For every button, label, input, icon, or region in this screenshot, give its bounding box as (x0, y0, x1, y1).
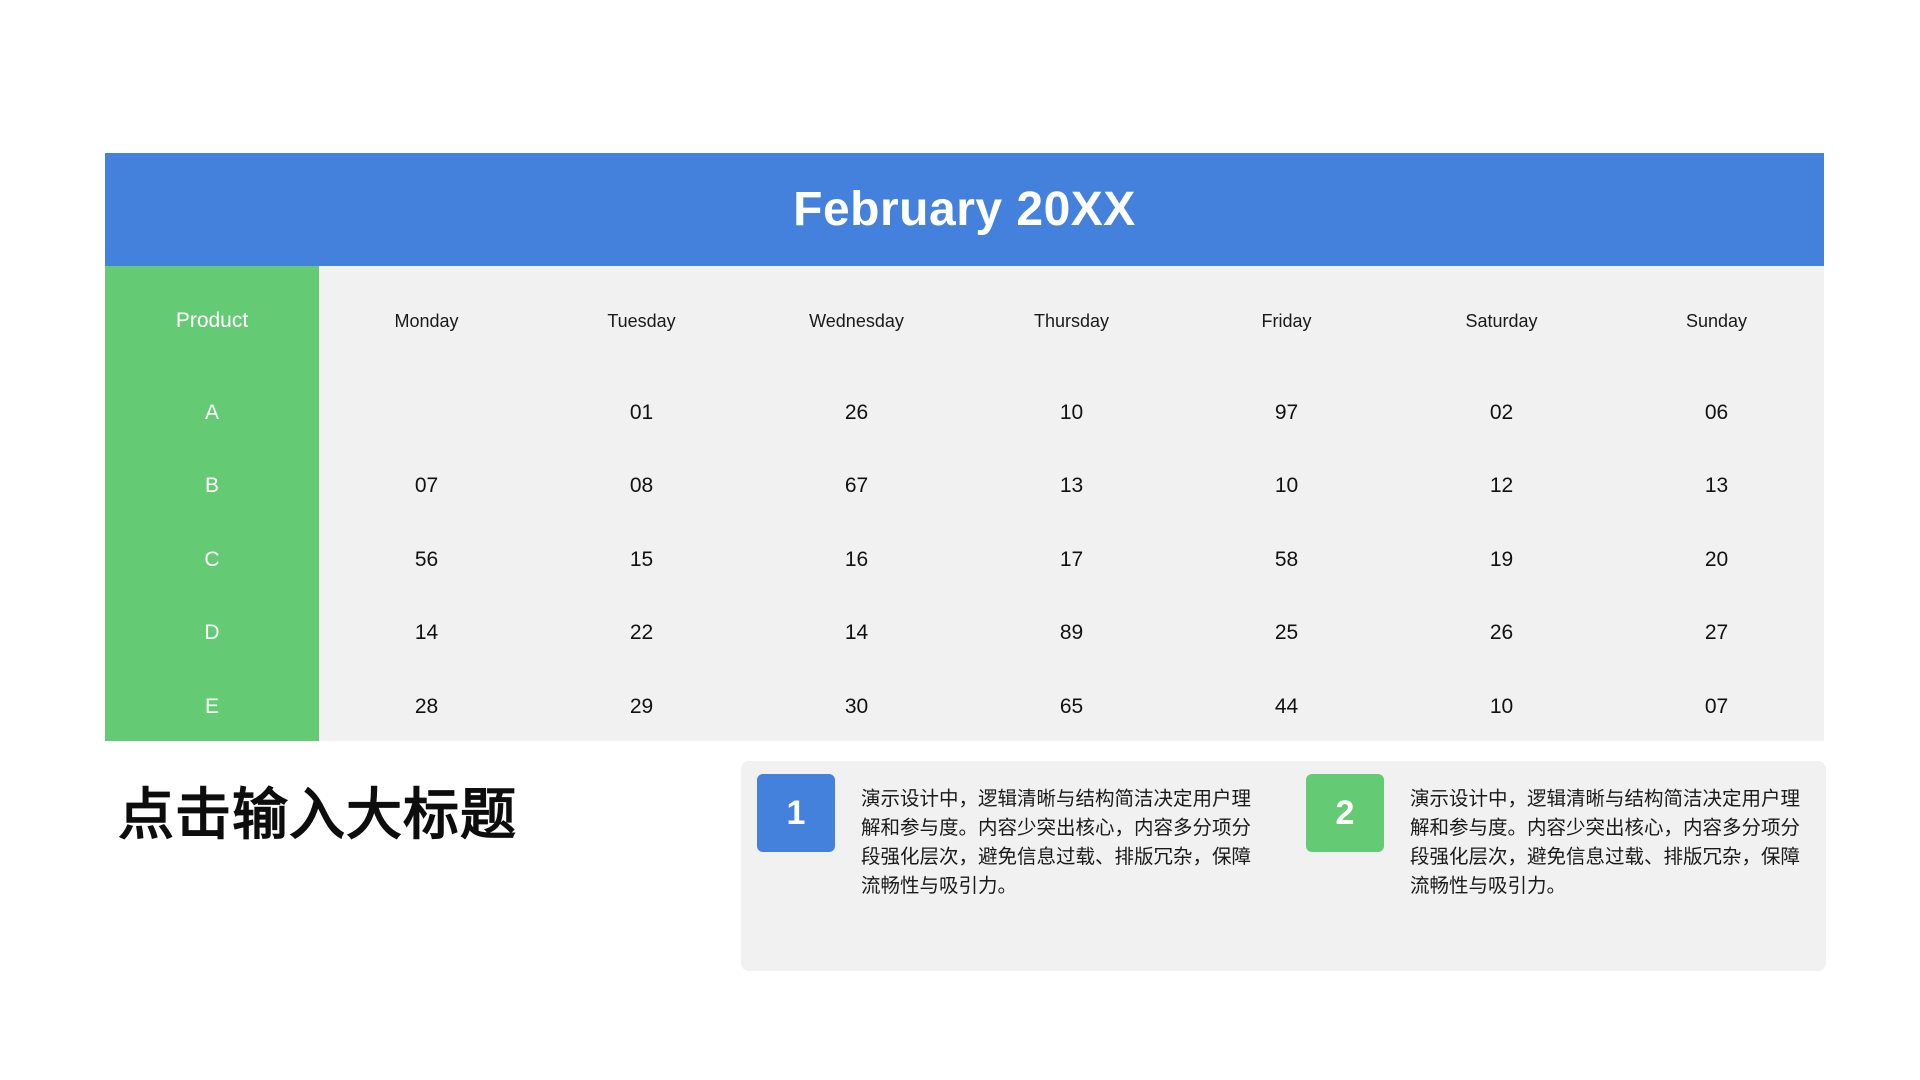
calendar-header-banner: February 20XX (105, 153, 1824, 266)
table-cell: 07 (1704, 694, 1729, 718)
info-card: 1 演示设计中，逻辑清晰与结构简洁决定用户理解和参与度。内容少突出核心，内容多分… (741, 761, 1826, 971)
day-header-thursday: Thursday (1033, 310, 1110, 331)
table-cell: 10 (1489, 694, 1514, 718)
table-cell: 25 (1274, 621, 1299, 645)
day-header-friday: Friday (1261, 310, 1312, 331)
product-label-c: C (204, 547, 220, 571)
day-header-monday: Monday (394, 310, 459, 331)
table-cell: 97 (1274, 400, 1299, 424)
table-cell: 07 (414, 474, 439, 498)
table-cell: 10 (1274, 474, 1299, 498)
calendar-grid: Product Monday Tuesday Wednesday Thursda… (105, 266, 1824, 741)
table-cell: 26 (1489, 621, 1514, 645)
table-cell: 44 (1274, 694, 1299, 718)
day-header-tuesday: Tuesday (607, 310, 676, 331)
product-label-b: B (204, 474, 219, 498)
table-cell: 01 (629, 400, 654, 424)
product-label-e: E (204, 694, 219, 718)
table-cell: 02 (1489, 400, 1514, 424)
table-cell (319, 376, 534, 450)
day-header-saturday: Saturday (1465, 310, 1538, 331)
table-cell: 22 (629, 621, 654, 645)
table-cell: 13 (1704, 474, 1729, 498)
page-title[interactable]: 点击输入大标题 (118, 770, 517, 851)
table-cell: 17 (1059, 547, 1084, 571)
table-cell: 56 (414, 547, 439, 571)
number-badge-2: 2 (1306, 774, 1384, 852)
table-cell: 28 (414, 694, 439, 718)
table-cell: 65 (1059, 694, 1084, 718)
table-cell: 26 (844, 400, 869, 424)
table-cell: 13 (1059, 474, 1084, 498)
table-cell: 29 (629, 694, 654, 718)
product-header: Product (175, 309, 249, 332)
table-cell: 14 (844, 621, 869, 645)
product-label-a: A (204, 400, 219, 424)
info-item-1: 1 演示设计中，逻辑清晰与结构简洁决定用户理解和参与度。内容少突出核心，内容多分… (757, 774, 1261, 900)
table-cell: 67 (844, 474, 869, 498)
info-item-2: 2 演示设计中，逻辑清晰与结构简洁决定用户理解和参与度。内容少突出核心，内容多分… (1306, 774, 1810, 900)
table-cell: 14 (414, 621, 439, 645)
table-cell: 12 (1489, 474, 1514, 498)
calendar-title: February 20XX (793, 183, 1136, 236)
table-cell: 27 (1704, 621, 1729, 645)
day-header-sunday: Sunday (1685, 310, 1748, 331)
table-cell: 16 (844, 547, 869, 571)
info-text-1[interactable]: 演示设计中，逻辑清晰与结构简洁决定用户理解和参与度。内容少突出核心，内容多分项分… (861, 774, 1261, 900)
table-cell: 20 (1704, 547, 1729, 571)
table-cell: 10 (1059, 400, 1084, 424)
slide: February 20XX Product Monday Tuesday Wed… (0, 0, 1920, 1080)
calendar-table: Product Monday Tuesday Wednesday Thursda… (105, 266, 1824, 741)
table-cell: 89 (1059, 621, 1084, 645)
day-header-wednesday: Wednesday (809, 310, 904, 331)
table-cell: 19 (1489, 547, 1514, 571)
product-label-d: D (204, 621, 220, 645)
table-cell: 15 (629, 547, 654, 571)
table-cell: 30 (844, 694, 869, 718)
info-text-2[interactable]: 演示设计中，逻辑清晰与结构简洁决定用户理解和参与度。内容少突出核心，内容多分项分… (1410, 774, 1810, 900)
table-cell: 08 (629, 474, 654, 498)
table-cell: 06 (1704, 400, 1729, 424)
table-cell: 58 (1274, 547, 1299, 571)
number-badge-1: 1 (757, 774, 835, 852)
